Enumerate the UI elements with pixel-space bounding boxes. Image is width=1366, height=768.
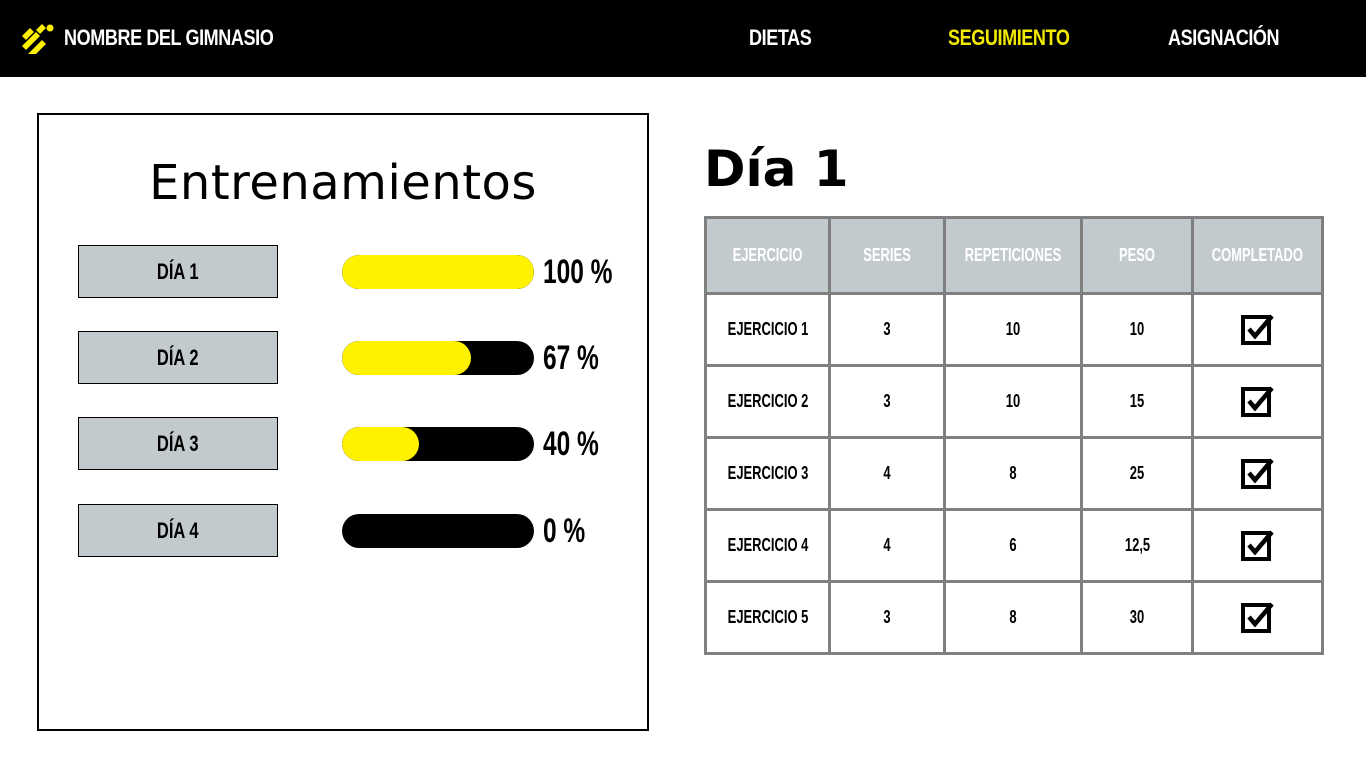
column-header: EJERCICIO	[703, 216, 832, 295]
exercise-cell: EJERCICIO 3	[703, 436, 832, 511]
column-header-label: REPETICIONES	[964, 245, 1062, 265]
gym-name[interactable]: NOMBRE DEL GIMNASIO	[64, 22, 274, 54]
reps-cell: 6	[943, 508, 1084, 583]
exercise-cell: EJERCICIO 2	[703, 364, 832, 439]
day-1-label: DÍA 1	[157, 259, 199, 284]
exercise-name: EJERCICIO 1	[727, 319, 809, 339]
day-2-button[interactable]: DÍA 2	[78, 331, 278, 384]
completed-cell	[1191, 364, 1324, 439]
reps-value: 10	[1005, 391, 1021, 411]
table-header-row: EJERCICIO SERIES REPETICIONES PESO COMPL…	[703, 216, 1324, 295]
completed-cell	[1191, 580, 1324, 655]
table-row: EJERCICIO 3 4 8 25	[703, 436, 1324, 511]
reps-value: 10	[1005, 319, 1021, 339]
day-3-label: DÍA 3	[157, 431, 199, 456]
selected-day-title: Día 1	[704, 140, 849, 198]
day-2-progress-label: 67 %	[543, 339, 599, 377]
table-row: EJERCICIO 4 4 6 12,5	[703, 508, 1324, 583]
day-1-button[interactable]: DÍA 1	[78, 245, 278, 298]
column-header-label: PESO	[1119, 245, 1156, 265]
day-2-progress-bar	[342, 341, 534, 375]
day-2-label: DÍA 2	[157, 345, 199, 370]
completed-cell	[1191, 508, 1324, 583]
exercise-name: EJERCICIO 3	[727, 463, 809, 483]
table-row: EJERCICIO 5 3 8 30	[703, 580, 1324, 655]
series-value: 4	[883, 463, 891, 483]
weight-value: 25	[1129, 463, 1145, 483]
exercise-table: EJERCICIO SERIES REPETICIONES PESO COMPL…	[703, 216, 1324, 655]
completed-cell	[1191, 436, 1324, 511]
day-3-button[interactable]: DÍA 3	[78, 417, 278, 470]
checkbox-checked-icon[interactable]	[1240, 312, 1276, 348]
reps-cell: 8	[943, 436, 1084, 511]
day-4-progress-label: 0 %	[543, 512, 586, 550]
checkbox-checked-icon[interactable]	[1240, 600, 1276, 636]
day-4-progress-bar	[342, 514, 534, 548]
checkbox-checked-icon[interactable]	[1240, 384, 1276, 420]
reps-cell: 10	[943, 364, 1084, 439]
column-header: SERIES	[828, 216, 947, 295]
weight-cell: 12,5	[1080, 508, 1195, 583]
series-cell: 4	[828, 508, 947, 583]
series-value: 3	[883, 319, 891, 339]
nav-seguimiento[interactable]: SEGUIMIENTO	[948, 22, 1070, 54]
column-header-label: SERIES	[863, 245, 912, 265]
day-3-progress-bar	[342, 427, 534, 461]
day-1-progress-fill	[342, 255, 534, 289]
reps-value: 6	[1009, 535, 1017, 555]
column-header: REPETICIONES	[943, 216, 1084, 295]
exercise-name: EJERCICIO 5	[727, 607, 809, 627]
weight-cell: 15	[1080, 364, 1195, 439]
column-header: COMPLETADO	[1191, 216, 1324, 295]
weight-value: 30	[1129, 607, 1145, 627]
series-cell: 3	[828, 580, 947, 655]
series-value: 3	[883, 607, 891, 627]
day-1-progress-label: 100 %	[543, 253, 613, 291]
exercise-cell: EJERCICIO 1	[703, 292, 832, 367]
trainings-panel: Entrenamientos DÍA 1 100 % DÍA 2 67 % DÍ…	[37, 113, 649, 731]
completed-cell	[1191, 292, 1324, 367]
exercise-name: EJERCICIO 4	[727, 535, 809, 555]
day-4-button[interactable]: DÍA 4	[78, 504, 278, 557]
series-cell: 4	[828, 436, 947, 511]
series-value: 3	[883, 391, 891, 411]
reps-cell: 8	[943, 580, 1084, 655]
trainings-title: Entrenamientos	[149, 155, 537, 211]
weight-value: 12,5	[1124, 535, 1150, 555]
day-3-progress-fill	[342, 427, 419, 461]
table-row: EJERCICIO 2 3 10 15	[703, 364, 1324, 439]
checkbox-checked-icon[interactable]	[1240, 528, 1276, 564]
weight-value: 15	[1129, 391, 1145, 411]
top-navigation-bar: NOMBRE DEL GIMNASIO DIETAS SEGUIMIENTO A…	[0, 0, 1366, 77]
weight-cell: 10	[1080, 292, 1195, 367]
checkbox-checked-icon[interactable]	[1240, 456, 1276, 492]
series-cell: 3	[828, 292, 947, 367]
nav-asignacion[interactable]: ASIGNACIÓN	[1168, 22, 1280, 54]
day-3-progress-label: 40 %	[543, 425, 599, 463]
weight-value: 10	[1129, 319, 1145, 339]
day-1-progress-bar	[342, 255, 534, 289]
column-header-label: EJERCICIO	[732, 245, 803, 265]
reps-value: 8	[1009, 607, 1017, 627]
gym-logo-icon[interactable]	[22, 22, 54, 54]
weight-cell: 25	[1080, 436, 1195, 511]
weight-cell: 30	[1080, 580, 1195, 655]
table-row: EJERCICIO 1 3 10 10	[703, 292, 1324, 367]
exercise-name: EJERCICIO 2	[727, 391, 809, 411]
series-value: 4	[883, 535, 891, 555]
reps-value: 8	[1009, 463, 1017, 483]
reps-cell: 10	[943, 292, 1084, 367]
column-header: PESO	[1080, 216, 1195, 295]
series-cell: 3	[828, 364, 947, 439]
day-2-progress-fill	[342, 341, 471, 375]
exercise-cell: EJERCICIO 4	[703, 508, 832, 583]
exercise-cell: EJERCICIO 5	[703, 580, 832, 655]
column-header-label: COMPLETADO	[1212, 245, 1304, 265]
day-4-label: DÍA 4	[157, 518, 199, 543]
nav-dietas[interactable]: DIETAS	[749, 22, 812, 54]
